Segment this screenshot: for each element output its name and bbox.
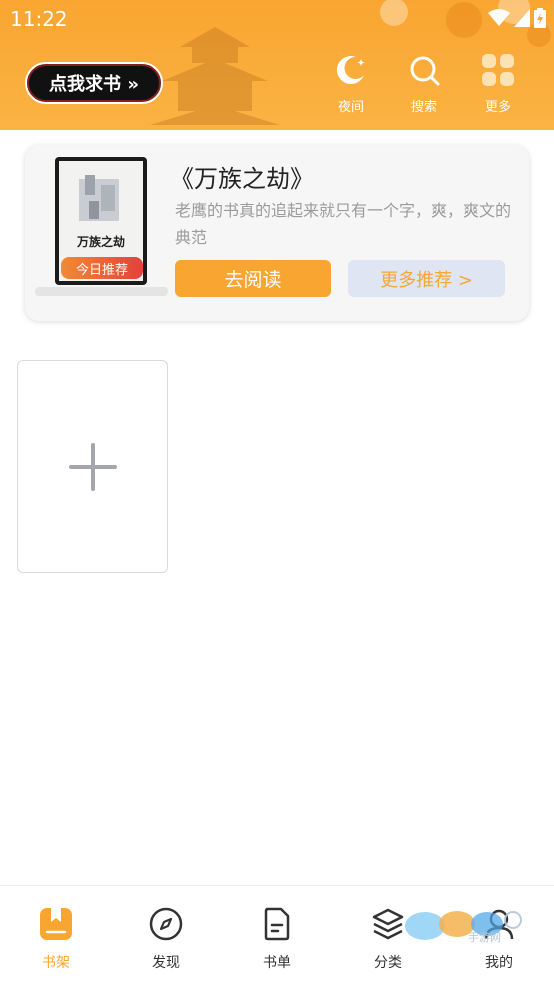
bookshelf-icon <box>38 906 74 942</box>
book-description: 老鹰的书真的追起来就只有一个字，爽，爽文的典范 <box>175 201 512 247</box>
header: 11:22 点我求书 » 夜间 搜索 更多 <box>0 0 554 130</box>
recommendation-card[interactable]: 万族之劫 今日推荐 《万族之劫》 老鹰的书真的追起来就只有一个字，爽，爽文的典范… <box>25 145 529 321</box>
read-button[interactable]: 去阅读 <box>175 260 331 297</box>
book-title[interactable]: 《万族之劫》 <box>170 159 314 194</box>
more-label: 更多 <box>484 100 511 115</box>
night-mode-label: 夜间 <box>337 100 364 115</box>
search-button[interactable]: 搜索 <box>394 52 454 116</box>
battery-icon <box>534 8 546 28</box>
signal-icon <box>514 9 530 27</box>
search-icon <box>406 52 442 88</box>
nav-bookshelf-label: 书架 <box>42 955 70 971</box>
add-book-button[interactable] <box>17 360 168 573</box>
cover-title: 万族之劫 <box>76 235 125 249</box>
nav-profile-label: 我的 <box>485 955 513 971</box>
nav-category-label: 分类 <box>374 955 402 971</box>
search-label: 搜索 <box>410 100 437 115</box>
night-mode-button[interactable]: 夜间 <box>321 52 381 116</box>
nav-booklist[interactable]: 书单 <box>237 906 317 976</box>
wifi-icon <box>488 9 510 26</box>
moon-icon <box>333 52 369 88</box>
more-recommend-button[interactable]: 更多推荐 > <box>348 260 505 297</box>
today-recommend-badge: 今日推荐 <box>61 257 143 279</box>
seek-book-button[interactable]: 点我求书 » <box>25 62 163 104</box>
nav-discover[interactable]: 发现 <box>126 906 206 976</box>
nav-bookshelf[interactable]: 书架 <box>16 906 96 976</box>
watermark-text: 手游网 <box>468 931 501 944</box>
grid-icon <box>480 52 516 88</box>
plus-icon <box>68 442 117 491</box>
watermark-logo-icon <box>405 911 522 940</box>
status-time: 11:22 <box>10 7 68 31</box>
cover-art-icon <box>79 175 119 221</box>
nav-booklist-label: 书单 <box>263 955 291 971</box>
compass-icon <box>148 906 184 942</box>
app-screen: 11:22 点我求书 » 夜间 搜索 更多 万族之劫 今日推荐 《万族之劫》 老… <box>0 0 554 985</box>
booklist-icon <box>259 906 295 942</box>
more-button[interactable]: 更多 <box>468 52 528 116</box>
book-stand <box>35 287 168 296</box>
pagoda-decoration-icon <box>150 27 280 125</box>
status-icons <box>488 7 546 29</box>
nav-discover-label: 发现 <box>152 955 180 971</box>
